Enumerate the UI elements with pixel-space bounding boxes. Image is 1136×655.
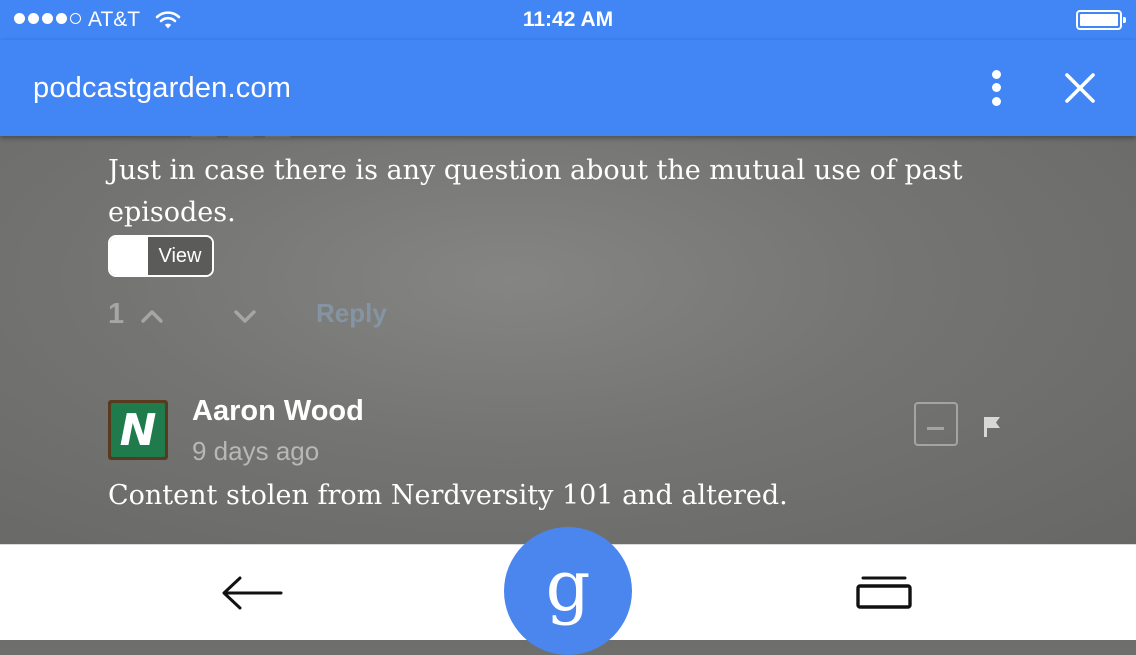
status-bar: AT&T 11:42 AM [0, 0, 1136, 40]
more-vertical-icon[interactable] [980, 68, 1012, 108]
clipped-previous-line: — — — [190, 136, 292, 151]
flag-icon[interactable] [980, 414, 1004, 445]
vote-count: 1 [108, 298, 125, 330]
tabs-icon[interactable] [855, 573, 913, 618]
avatar[interactable]: N [108, 400, 168, 460]
reply-link[interactable]: Reply [316, 298, 387, 329]
comment-author[interactable]: Aaron Wood [192, 395, 364, 428]
upvote-icon[interactable] [140, 308, 164, 329]
downvote-icon[interactable] [233, 308, 257, 329]
toggle-knob [110, 237, 148, 275]
status-time: 11:42 AM [522, 8, 614, 31]
google-logo-icon: g [545, 545, 591, 627]
avatar-letter: N [111, 403, 165, 457]
back-arrow-icon[interactable] [220, 573, 284, 618]
comment-time[interactable]: 9 days ago [192, 436, 319, 467]
comment-text: Just in case there is any question about… [108, 155, 963, 228]
battery-icon [1076, 10, 1126, 30]
view-toggle[interactable]: View [108, 235, 214, 277]
browser-toolbar: podcastgarden.com [0, 40, 1136, 136]
collapse-icon[interactable] [914, 402, 958, 446]
page-url[interactable]: podcastgarden.com [33, 72, 291, 105]
view-toggle-label: View [148, 237, 212, 275]
close-icon[interactable] [1060, 68, 1100, 108]
comment-text: Content stolen from Nerdversity 101 and … [108, 480, 788, 511]
comments-section: — — — Just in case there is any question… [0, 136, 1136, 544]
google-search-button[interactable]: g [504, 527, 632, 655]
